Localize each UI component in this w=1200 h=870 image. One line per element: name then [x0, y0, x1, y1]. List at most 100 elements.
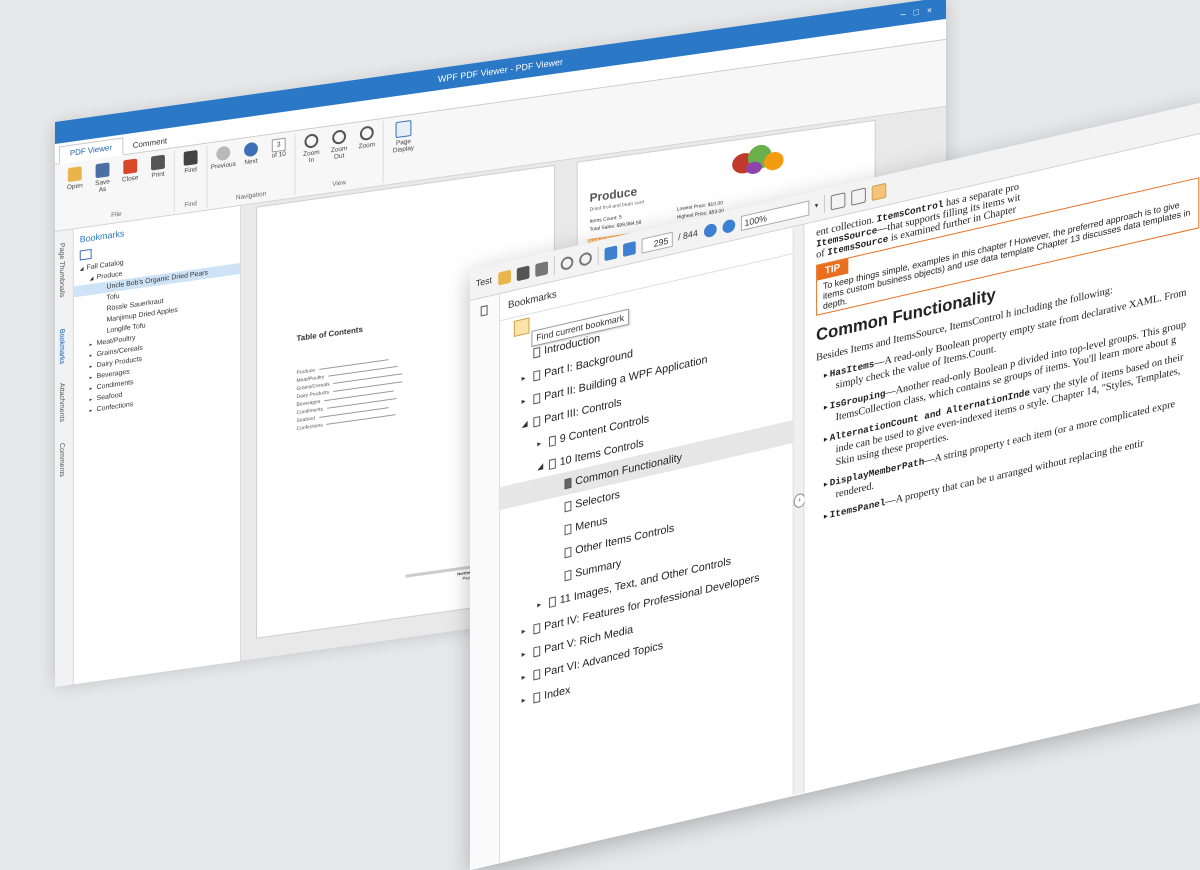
expand-arrow-icon[interactable]: ◢	[80, 266, 87, 273]
hand-tool-icon[interactable]	[871, 182, 887, 201]
expand-arrow-icon[interactable]: ▸	[90, 385, 97, 392]
expand-arrow-icon[interactable]: ▸	[522, 372, 532, 383]
bookmarks-toolbar-icon[interactable]	[79, 248, 92, 261]
bookmark-label: Confections	[96, 401, 134, 414]
expand-arrow-icon[interactable]	[100, 333, 107, 334]
close-button[interactable]: Close	[119, 158, 141, 184]
expand-arrow-icon[interactable]	[100, 300, 107, 301]
zoom-in-label: Zoom In	[303, 148, 320, 165]
document-page: ent collection. ItemsControl has a separ…	[804, 131, 1200, 793]
group-label-find: Find	[184, 200, 197, 209]
clipboard-icon[interactable]	[851, 186, 866, 206]
expand-arrow-icon[interactable]: ▸	[90, 352, 97, 359]
expand-arrow-icon[interactable]	[100, 322, 107, 323]
toolbar-separator	[597, 246, 599, 265]
settings-icon[interactable]	[830, 191, 846, 210]
save-as-button[interactable]: Save As	[92, 162, 114, 195]
zoom-out-label: Zoom Out	[330, 144, 348, 161]
tab-page-thumbnails[interactable]: Page Thumbnails	[58, 243, 65, 298]
bookmark-icon	[548, 595, 556, 608]
bookmark-icon	[548, 434, 556, 447]
find-button[interactable]: Find	[180, 149, 202, 175]
expand-arrow-icon[interactable]: ◢	[522, 418, 532, 429]
expand-arrow-icon[interactable]	[100, 311, 107, 312]
expand-arrow-icon[interactable]	[553, 576, 563, 578]
zoom-in-icon	[304, 133, 319, 149]
previous-button[interactable]: Previous	[211, 145, 236, 171]
arrow-up-icon	[216, 145, 231, 162]
expand-arrow-icon[interactable]	[522, 353, 532, 355]
open-label: Open	[66, 182, 83, 192]
bookmark-icon	[564, 500, 572, 512]
expand-arrow-icon[interactable]	[553, 507, 563, 509]
printer-icon	[151, 154, 165, 171]
undo-icon[interactable]	[560, 254, 573, 271]
zoom-label: Zoom	[358, 141, 376, 151]
page-number-input[interactable]: 295	[641, 231, 673, 254]
next-button[interactable]: Next	[240, 141, 262, 167]
expand-arrow-icon[interactable]: ◢	[537, 460, 547, 471]
page-number-box: 3 of 10	[268, 137, 290, 160]
tab-comments[interactable]: Comments	[58, 443, 65, 478]
zoom-in-icon[interactable]	[703, 222, 717, 239]
print-icon[interactable]	[534, 260, 548, 277]
expand-arrow-icon[interactable]	[553, 484, 563, 486]
zoom-out-button[interactable]: Zoom Out	[328, 129, 350, 162]
zoom-out-icon[interactable]	[722, 217, 735, 234]
open-button[interactable]: Open	[64, 166, 86, 192]
redo-icon[interactable]	[578, 250, 592, 267]
bookmark-label: Menus	[575, 514, 608, 534]
bookmarks-panel: Bookmarks ◢ Fall Catalog ◢ Produce Uncle Bob…	[73, 205, 242, 685]
bookmark-panel-icon[interactable]	[480, 304, 488, 317]
print-button[interactable]: Print	[147, 154, 169, 180]
bookmark-icon	[533, 622, 541, 635]
folder-icon	[67, 166, 82, 183]
page-total: / 844	[678, 227, 698, 243]
panel-splitter[interactable]: ›	[793, 224, 806, 795]
expand-arrow-icon[interactable]: ▸	[90, 374, 97, 381]
save-as-label: Save As	[95, 178, 110, 194]
ribbon-group-page-display: Page Display	[384, 115, 424, 183]
arrow-up-icon[interactable]	[604, 244, 617, 261]
bookmark-tree: ◢ Fall Catalog ◢ Produce Uncle Bob's Organic…	[73, 241, 241, 418]
expand-arrow-icon[interactable]	[100, 289, 107, 290]
find-label: Find	[184, 166, 197, 175]
expand-arrow-icon[interactable]	[553, 553, 563, 555]
bookmark-icon	[533, 415, 541, 428]
save-icon[interactable]	[516, 265, 530, 281]
expand-arrow-icon[interactable]: ▸	[522, 671, 532, 682]
expand-arrow-icon[interactable]: ▸	[537, 598, 547, 610]
expand-arrow-icon[interactable]: ▸	[90, 341, 97, 348]
expand-arrow-icon[interactable]	[553, 530, 563, 532]
next-label: Next	[244, 157, 258, 167]
zoom-icon	[359, 125, 374, 142]
expand-arrow-icon[interactable]: ▸	[522, 625, 532, 636]
expand-arrow-icon[interactable]: ▸	[90, 407, 97, 414]
bookmark-icon	[533, 392, 541, 405]
print-label: Print	[151, 170, 165, 180]
toolbar-separator	[553, 256, 555, 275]
open-folder-icon[interactable]	[497, 269, 511, 286]
expand-arrow-icon[interactable]: ▸	[90, 363, 97, 370]
tab-bookmarks[interactable]: Bookmarks	[57, 328, 65, 365]
bookmark-icon	[533, 369, 541, 382]
expand-arrow-icon[interactable]: ▸	[522, 395, 532, 406]
expand-arrow-icon[interactable]: ◢	[90, 275, 97, 283]
expand-arrow-icon[interactable]: ▸	[90, 396, 97, 403]
bookmark-label: Index	[544, 683, 571, 702]
zoom-dropdown-chevron-icon[interactable]: ▾	[815, 201, 818, 210]
expand-arrow-icon[interactable]: ▸	[522, 648, 532, 659]
panel-tab-strip	[470, 294, 501, 869]
zoom-button[interactable]: Zoom	[356, 125, 378, 151]
bookmark-icon	[564, 477, 572, 489]
toc-title: Table of Contents	[296, 324, 363, 344]
zoom-in-button[interactable]: Zoom In	[301, 132, 323, 165]
bookmark-icon	[548, 457, 556, 470]
binoculars-icon	[183, 149, 198, 166]
expand-arrow-icon[interactable]: ▸	[522, 694, 532, 705]
close-label: Close	[122, 174, 139, 184]
page-display-button[interactable]: Page Display	[389, 119, 419, 155]
expand-arrow-icon[interactable]: ▸	[537, 437, 547, 449]
arrow-down-icon[interactable]	[622, 240, 636, 257]
tab-attachments[interactable]: Attachments	[58, 383, 65, 423]
